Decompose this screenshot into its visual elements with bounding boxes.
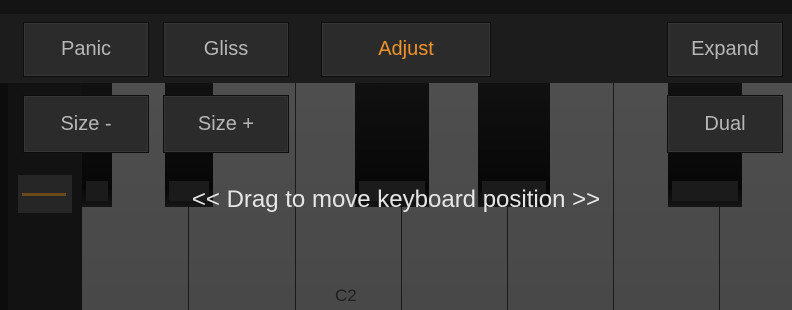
size-minus-button[interactable]: Size - [23, 95, 149, 153]
drag-hint: << Drag to move keyboard position >> [191, 186, 601, 213]
panic-button[interactable]: Panic [23, 22, 149, 77]
adjust-button[interactable]: Adjust [321, 22, 491, 77]
expand-button[interactable]: Expand [667, 22, 783, 77]
note-label-c2: C2 [335, 286, 357, 305]
dual-button[interactable]: Dual [667, 95, 783, 153]
gliss-button[interactable]: Gliss [163, 22, 289, 77]
size-plus-button[interactable]: Size + [163, 95, 289, 153]
